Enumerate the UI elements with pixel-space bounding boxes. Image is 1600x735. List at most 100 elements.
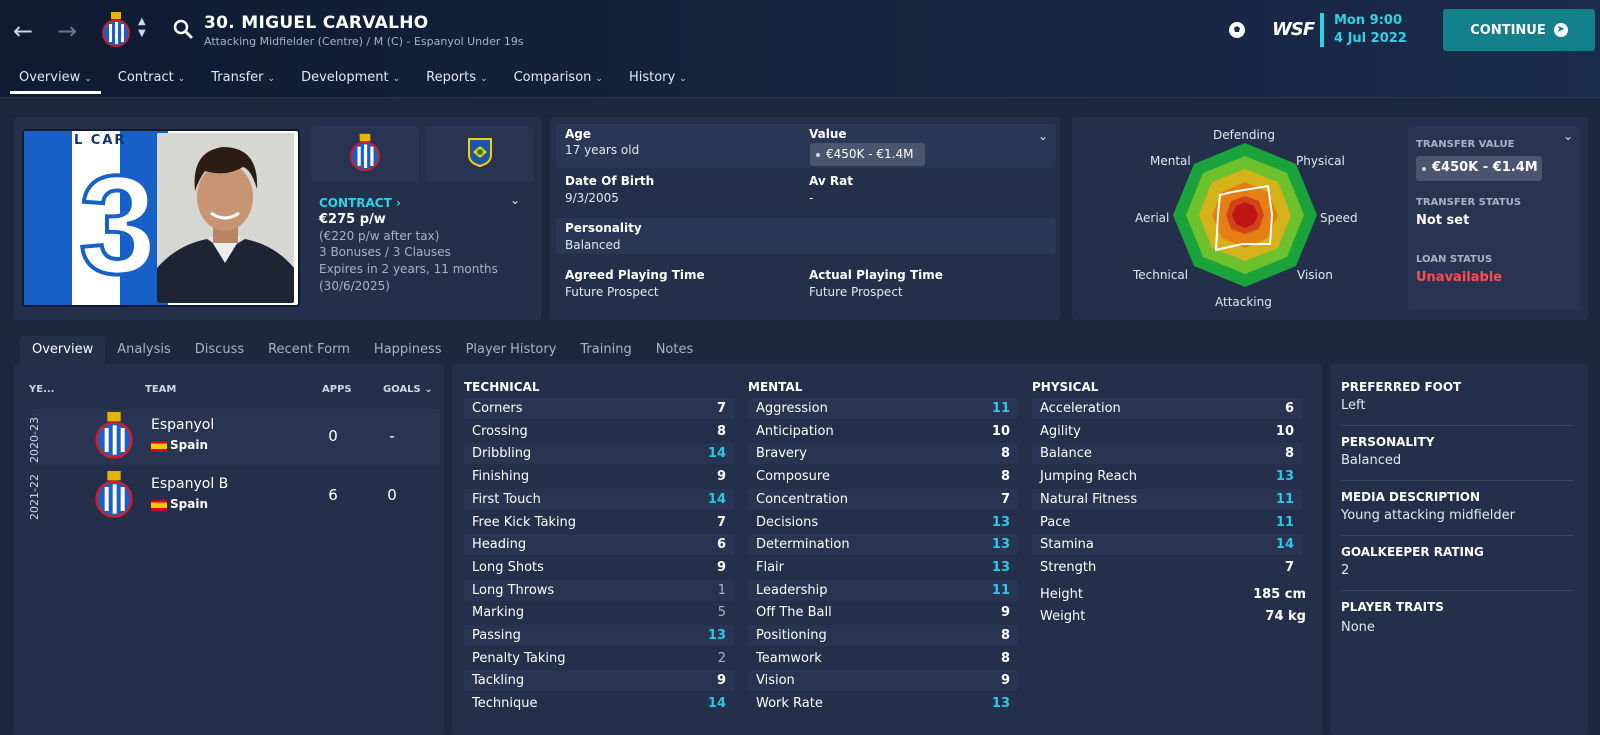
attribute-row[interactable]: First Touch 14: [464, 488, 734, 510]
attribute-row[interactable]: Vision 9: [748, 670, 1018, 692]
attribute-value: 6: [716, 537, 726, 553]
player-name-title: 30. MIGUEL CARVALHO: [204, 13, 429, 33]
attribute-row[interactable]: Free Kick Taking 7: [464, 512, 734, 533]
attribute-value: 8: [1284, 446, 1294, 462]
chevron-down-icon[interactable]: ⌄: [1563, 129, 1573, 143]
attribute-name: Vision: [756, 673, 795, 689]
attribute-row[interactable]: Tackling 9: [464, 670, 734, 692]
profile-personality-value: Balanced: [1341, 453, 1402, 468]
attribute-name: Teamwork: [756, 650, 822, 666]
history-header-apps[interactable]: APPS: [322, 384, 352, 395]
attribute-name: Concentration: [756, 491, 848, 507]
attribute-row[interactable]: Finishing 9: [464, 466, 734, 487]
subtab-overview[interactable]: Overview: [20, 336, 106, 365]
tab-comparison[interactable]: Comparison ⌄: [505, 66, 612, 94]
nation-badge-cell[interactable]: [425, 126, 533, 182]
attribute-value: 2: [717, 650, 726, 666]
radar-label-vision: Vision: [1297, 268, 1333, 282]
attribute-row[interactable]: Technique 14: [464, 693, 734, 714]
club-badge-cell[interactable]: [311, 126, 419, 182]
subtab-notes[interactable]: Notes: [644, 336, 706, 365]
technical-heading: TECHNICAL: [464, 380, 540, 394]
attribute-row[interactable]: Penalty Taking 2: [464, 648, 734, 669]
attribute-row[interactable]: Natural Fitness 11: [1032, 488, 1302, 510]
club-badge-icon[interactable]: [101, 12, 131, 48]
history-team[interactable]: Espanyol: [151, 417, 214, 433]
tab-development[interactable]: Development ⌄: [292, 66, 409, 94]
continue-button[interactable]: CONTINUE ➤: [1443, 9, 1595, 51]
profile-personality-label: PERSONALITY: [1341, 435, 1435, 449]
attribute-row[interactable]: Heading 6: [464, 534, 734, 556]
attribute-row[interactable]: Leadership 11: [748, 579, 1018, 601]
history-year: 2021-22: [28, 474, 41, 520]
value-chip[interactable]: €450K - €1.4M: [810, 143, 925, 166]
tab-history[interactable]: History ⌄: [620, 66, 696, 94]
tab-transfer[interactable]: Transfer ⌄: [202, 66, 284, 94]
history-header-team[interactable]: TEAM: [145, 384, 176, 395]
tab-contract[interactable]: Contract ⌄: [109, 66, 194, 94]
attribute-row[interactable]: Concentration 7: [748, 488, 1018, 510]
brand-logo[interactable]: WSF: [1272, 19, 1315, 40]
attribute-row[interactable]: Long Shots 9: [464, 557, 734, 578]
preferred-foot-label: PREFERRED FOOT: [1341, 380, 1462, 394]
attribute-row[interactable]: Off The Ball 9: [748, 602, 1018, 623]
attribute-row[interactable]: Corners 7: [464, 398, 734, 419]
attribute-row[interactable]: Stamina 14: [1032, 534, 1302, 556]
height-value: 185 cm: [1253, 587, 1306, 602]
attribute-row[interactable]: Balance 8: [1032, 443, 1302, 465]
player-switch-icon[interactable]: ▲ ▼: [138, 16, 146, 40]
history-team[interactable]: Espanyol B: [151, 476, 228, 492]
subtab-discuss[interactable]: Discuss: [183, 336, 256, 365]
attribute-row[interactable]: Work Rate 13: [748, 693, 1018, 714]
attribute-row[interactable]: Long Throws 1: [464, 579, 734, 601]
chevron-down-icon[interactable]: ⌄: [510, 193, 520, 207]
age-value: 17 years old: [565, 143, 640, 157]
subtab-player-history[interactable]: Player History: [454, 336, 569, 365]
attribute-row[interactable]: Bravery 8: [748, 443, 1018, 465]
attribute-row[interactable]: Crossing 8: [464, 421, 734, 442]
attribute-name: Anticipation: [756, 423, 834, 439]
attribute-row[interactable]: Teamwork 8: [748, 648, 1018, 669]
attribute-row[interactable]: Jumping Reach 13: [1032, 466, 1302, 487]
subtab-training[interactable]: Training: [568, 336, 643, 365]
subtab-happiness[interactable]: Happiness: [362, 336, 454, 365]
attribute-name: Work Rate: [756, 696, 823, 712]
attribute-row[interactable]: Composure 8: [748, 466, 1018, 487]
continue-label: CONTINUE: [1470, 22, 1546, 38]
attribute-value: 14: [707, 696, 726, 712]
history-header-year[interactable]: YE...: [29, 384, 54, 395]
attribute-row[interactable]: Passing 13: [464, 625, 734, 646]
attribute-name: Bravery: [756, 446, 807, 462]
ball-icon[interactable]: [1227, 20, 1247, 40]
attribute-row[interactable]: Agility 10: [1032, 421, 1302, 442]
attribute-row[interactable]: Decisions 13: [748, 512, 1018, 533]
attribute-row[interactable]: Determination 13: [748, 534, 1018, 556]
attribute-row[interactable]: Strength 7: [1032, 557, 1302, 578]
forward-arrow-icon[interactable]: →: [54, 18, 80, 44]
loan-status-value: Unavailable: [1416, 270, 1503, 285]
attribute-row[interactable]: Flair 13: [748, 557, 1018, 578]
chevron-down-icon: ⌄: [177, 74, 186, 84]
search-icon[interactable]: [172, 18, 194, 40]
attribute-row[interactable]: Acceleration 6: [1032, 398, 1302, 419]
attribute-row[interactable]: Anticipation 10: [748, 421, 1018, 442]
sort-down-icon: ⌄: [424, 384, 433, 395]
attribute-row[interactable]: Pace 11: [1032, 512, 1302, 533]
history-header-goals[interactable]: GOALS ⌄: [383, 384, 433, 395]
contract-link[interactable]: CONTRACT ›: [319, 196, 401, 210]
attribute-row[interactable]: Positioning 8: [748, 625, 1018, 646]
attribute-row[interactable]: Dribbling 14: [464, 443, 734, 465]
subtab-analysis[interactable]: Analysis: [105, 336, 183, 365]
tab-overview[interactable]: Overview ⌄: [10, 66, 101, 94]
attribute-value: 11: [1275, 514, 1294, 530]
tab-reports[interactable]: Reports ⌄: [417, 66, 496, 94]
back-arrow-icon[interactable]: ←: [10, 18, 36, 44]
attribute-row[interactable]: Marking 5: [464, 602, 734, 623]
chevron-down-icon: ⌄: [595, 74, 603, 84]
current-date: 4 Jul 2022: [1334, 31, 1407, 46]
chevron-down-icon: ⌄: [267, 74, 276, 84]
chevron-down-icon[interactable]: ⌄: [1038, 129, 1048, 143]
attribute-row[interactable]: Aggression 11: [748, 398, 1018, 419]
transfer-value-chip[interactable]: €450K - €1.4M: [1416, 156, 1542, 181]
subtab-recent-form[interactable]: Recent Form: [256, 336, 362, 365]
